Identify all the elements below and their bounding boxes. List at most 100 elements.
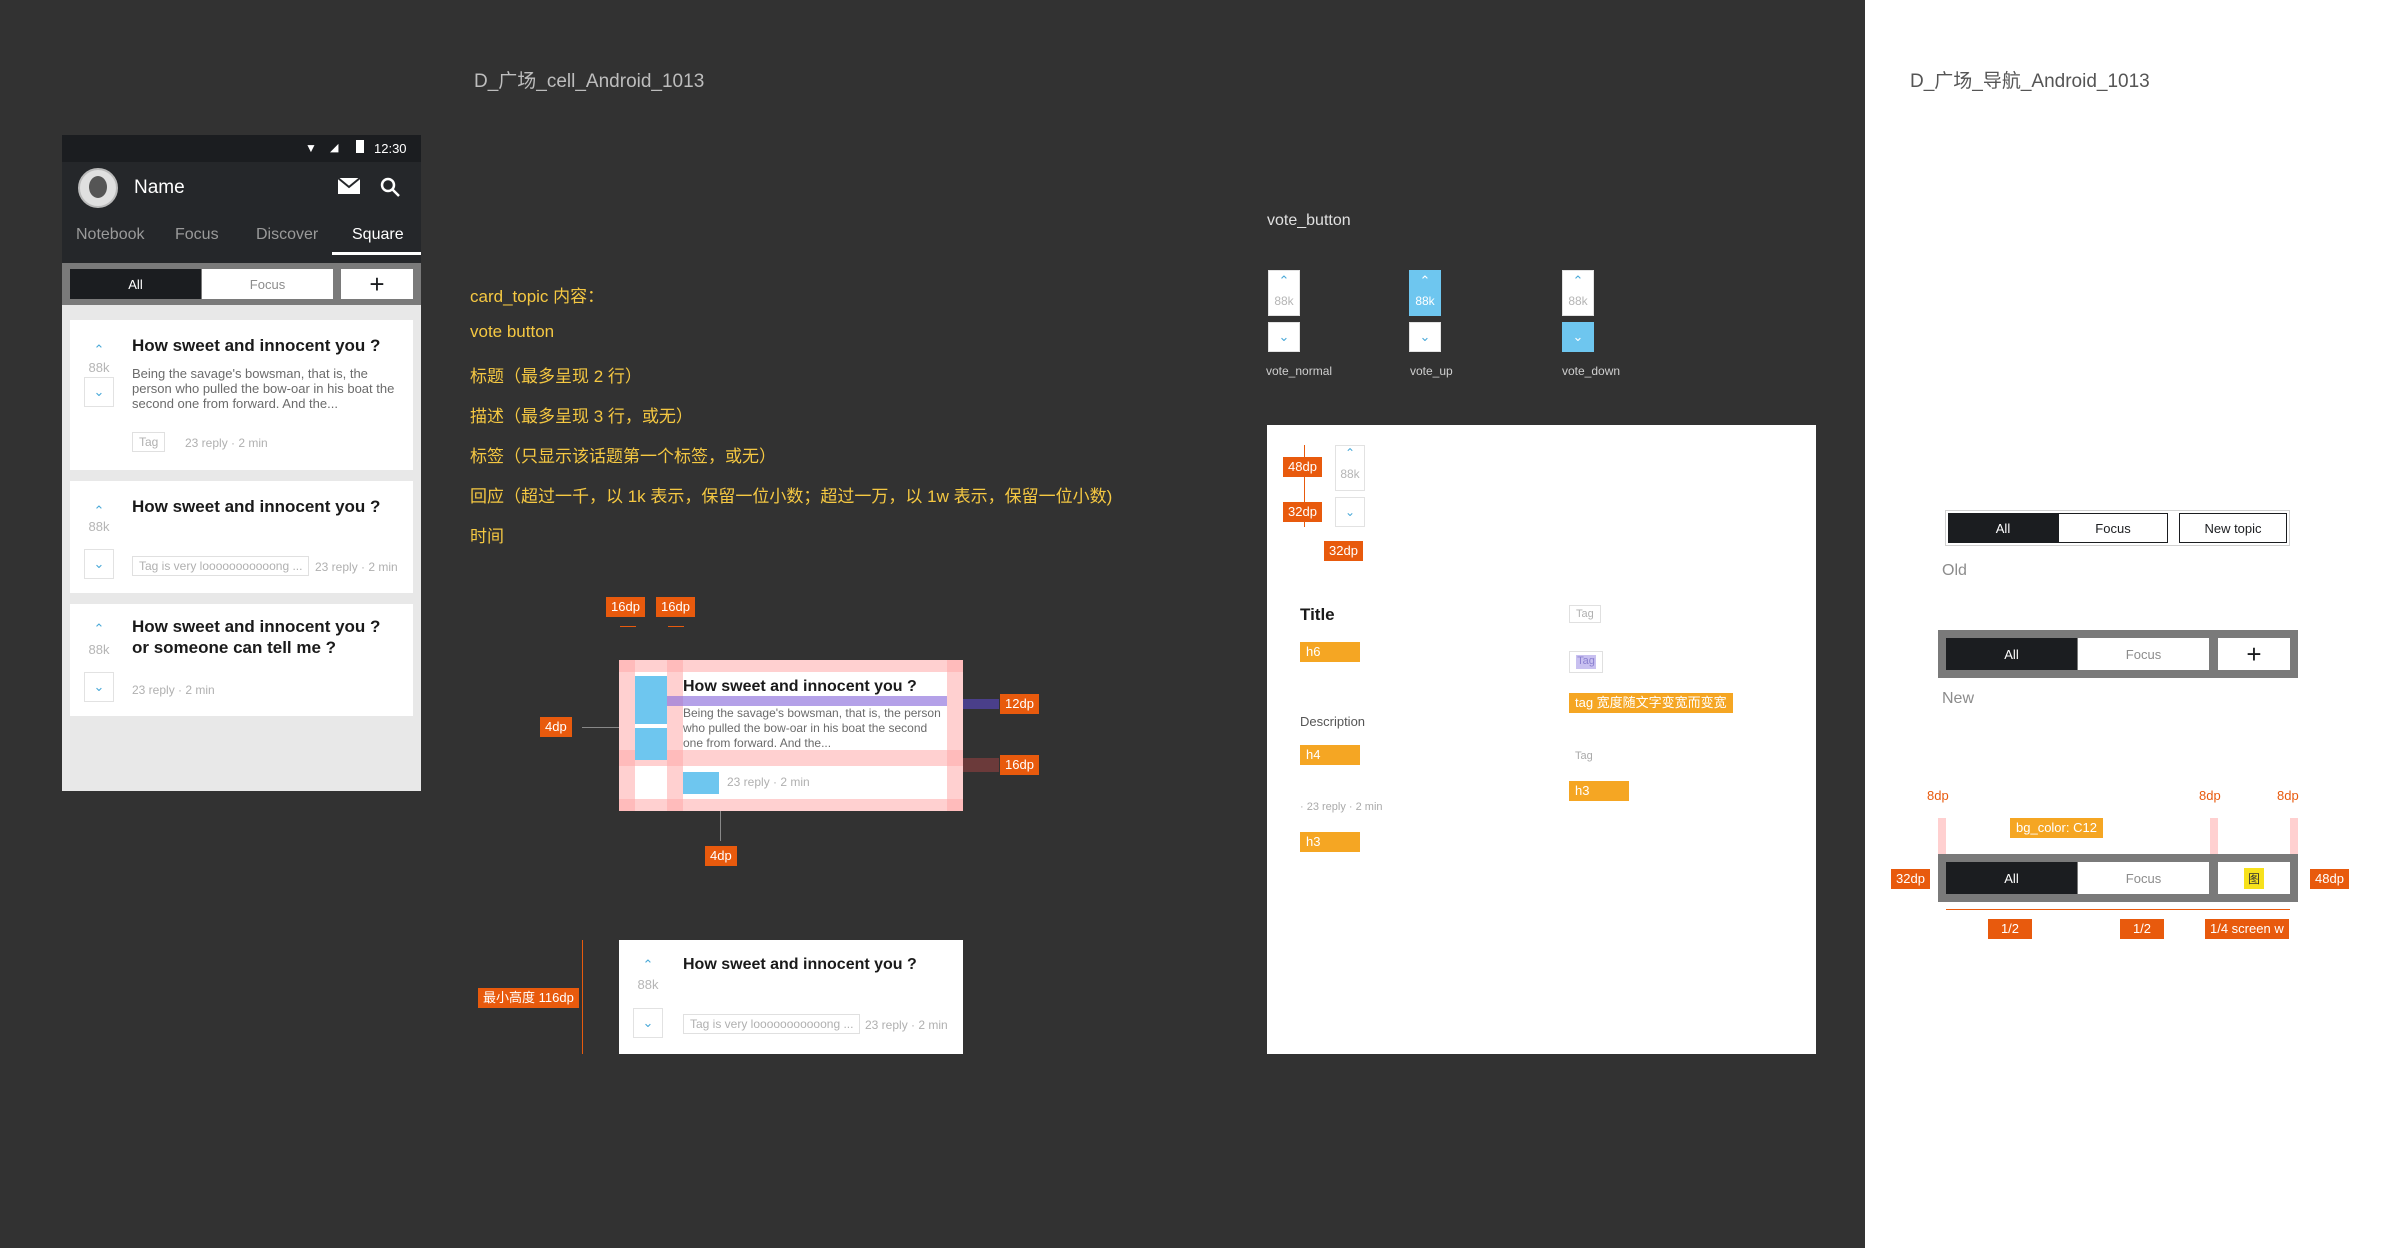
status-bar: ▼ ◢ 12:30: [62, 135, 421, 162]
card-tag[interactable]: Tag: [132, 432, 166, 452]
vote-down-icon[interactable]: ⌄: [1268, 322, 1300, 352]
spec-icon-slot: 图: [2218, 862, 2290, 894]
tab-focus[interactable]: Focus: [175, 226, 219, 244]
battery-icon: [356, 140, 364, 153]
type-meta: · 23 reply · 2 min: [1300, 801, 1383, 813]
avatar[interactable]: [78, 168, 118, 208]
vote-count: 88k: [1340, 467, 1360, 481]
card-title: How sweet and innocent you ? or someone …: [132, 617, 381, 657]
type-label: h4: [1300, 745, 1360, 765]
vote-normal[interactable]: ⌃ 88k ⌄: [1268, 270, 1300, 352]
wifi-icon: ▼: [305, 141, 317, 155]
vote-count: 88k: [1568, 294, 1588, 308]
vote-up-icon[interactable]: ⌃: [1562, 270, 1594, 316]
typography-panel: ⌃ 88k ⌄ 48dp 32dp 32dp Title h6 Descript…: [1267, 425, 1816, 1054]
segment-focus[interactable]: Focus: [202, 269, 333, 299]
segment-bar: All Focus +: [62, 263, 421, 305]
type-label: h6: [1300, 642, 1360, 662]
card-tag[interactable]: Tag is very looooooooooong ...: [132, 556, 310, 576]
dimension-line: [620, 626, 636, 642]
card-description: Being the savage's bowsman, that is, the…: [132, 366, 395, 411]
old-label: Old: [1942, 562, 1967, 579]
vote-down-icon[interactable]: ⌄: [1562, 322, 1594, 352]
tab-indicator: [332, 252, 421, 255]
dimension-badge: 16dp: [606, 597, 645, 617]
old-tab-all[interactable]: All: [1948, 513, 2058, 543]
old-nav: All Focus New topic: [1945, 510, 2290, 546]
tab-square[interactable]: Square: [352, 226, 404, 244]
topic-card[interactable]: ⌃ 88k ⌄ How sweet and innocent you ? Bei…: [70, 320, 413, 470]
spec-line: card_topic 内容：: [470, 287, 605, 306]
search-icon[interactable]: [379, 176, 401, 198]
vote-down-block: [635, 728, 667, 760]
app-name: Name: [134, 177, 185, 198]
dimension-line: [668, 626, 684, 642]
app-bar: Name Notebook Focus Discover Square: [62, 162, 421, 277]
dimension-badge: 8dp: [2277, 788, 2299, 803]
vote-count: 88k: [1415, 294, 1435, 308]
old-tab-focus[interactable]: Focus: [2058, 513, 2168, 543]
fraction-badge: 1/2: [1988, 919, 2032, 939]
nav-spec-area: [1865, 0, 2384, 1248]
topic-card[interactable]: ⌃ 88k ⌄ How sweet and innocent you ? Tag…: [70, 481, 413, 593]
spec-tab-focus: Focus: [2078, 862, 2209, 894]
type-title: Title: [1300, 605, 1335, 624]
vote-up-icon: ⌃: [633, 950, 663, 980]
vote-down-icon[interactable]: ⌄: [84, 549, 114, 579]
dimension-line: [1946, 909, 2290, 910]
card-title: How sweet and innocent you ?: [132, 497, 381, 516]
vote-count: 88k: [88, 519, 110, 534]
topic-card[interactable]: ⌃ 88k ⌄ How sweet and innocent you ? or …: [70, 604, 413, 716]
card-title: How sweet and innocent you ?: [132, 336, 381, 355]
segment-all[interactable]: All: [70, 269, 201, 299]
vote-up[interactable]: ⌃ 88k ⌄: [1409, 270, 1441, 352]
min-height-card: ⌃ 88k ⌄ How sweet and innocent you ? Tag…: [619, 940, 963, 1054]
vote-down-icon: ⌄: [1335, 497, 1365, 527]
spec-line: 标签（只显示该话题第一个标签，或无）: [470, 447, 776, 466]
spec-line: vote button: [470, 322, 555, 341]
dimension-badge: 32dp: [1283, 502, 1322, 522]
add-button[interactable]: +: [341, 269, 413, 299]
fraction-badge: 1/4 screen w: [2205, 919, 2289, 939]
card-meta: 23 reply · 2 min: [132, 683, 215, 697]
vote-down-icon[interactable]: ⌄: [1409, 322, 1441, 352]
margin-band: [963, 699, 999, 709]
card-description: Being the savage's bowsman, that is, the…: [683, 706, 941, 750]
dimension-badge: 48dp: [1283, 457, 1322, 477]
new-add-button[interactable]: +: [2218, 638, 2290, 670]
type-label: h3: [1569, 781, 1629, 801]
mail-icon[interactable]: [338, 178, 360, 194]
vote-up-icon[interactable]: ⌃: [84, 614, 114, 644]
new-topic-button[interactable]: New topic: [2179, 513, 2287, 543]
vote-count: 88k: [637, 977, 659, 992]
tab-discover[interactable]: Discover: [256, 226, 318, 244]
vote-count: 88k: [1274, 294, 1294, 308]
vote-down-icon[interactable]: ⌄: [84, 377, 114, 407]
card-meta: 23 reply · 2 min: [865, 1018, 948, 1032]
dimension-badge: 32dp: [1324, 541, 1363, 561]
tag-block: [683, 772, 719, 794]
spec-line: 回应（超过一千，以 1k 表示，保留一位小数；超过一万，以 1w 表示，保留一位…: [470, 487, 1113, 506]
vote-up-icon[interactable]: ⌃: [1409, 270, 1441, 316]
new-nav: All Focus +: [1938, 630, 2298, 678]
new-tab-focus[interactable]: Focus: [2078, 638, 2209, 670]
dimension-badge: 8dp: [1927, 788, 1949, 803]
vote-down-icon[interactable]: ⌄: [84, 672, 114, 702]
height-line: [582, 940, 583, 1054]
dimension-badge: 16dp: [1000, 755, 1039, 775]
vote-down[interactable]: ⌃ 88k ⌄: [1562, 270, 1594, 352]
dimension-badge: 32dp: [1891, 869, 1930, 889]
dimension-badge: 4dp: [540, 717, 572, 737]
signal-icon: ◢: [330, 142, 339, 154]
spec-line: 标题（最多呈现 2 行）: [470, 367, 642, 386]
vote-up-icon[interactable]: ⌃: [1268, 270, 1300, 316]
placeholder-icon: 图: [2243, 867, 2264, 889]
spec-line: 描述（最多呈现 3 行，或无）: [470, 407, 693, 426]
card-meta: 23 reply · 2 min: [185, 436, 268, 450]
card-meta: 23 reply · 2 min: [727, 775, 810, 789]
vote-state-label: vote_down: [1562, 364, 1621, 378]
new-tab-all[interactable]: All: [1946, 638, 2077, 670]
tab-notebook[interactable]: Notebook: [76, 226, 145, 244]
vote-state-label: vote_normal: [1266, 364, 1333, 378]
fraction-badge: 1/2: [2120, 919, 2164, 939]
